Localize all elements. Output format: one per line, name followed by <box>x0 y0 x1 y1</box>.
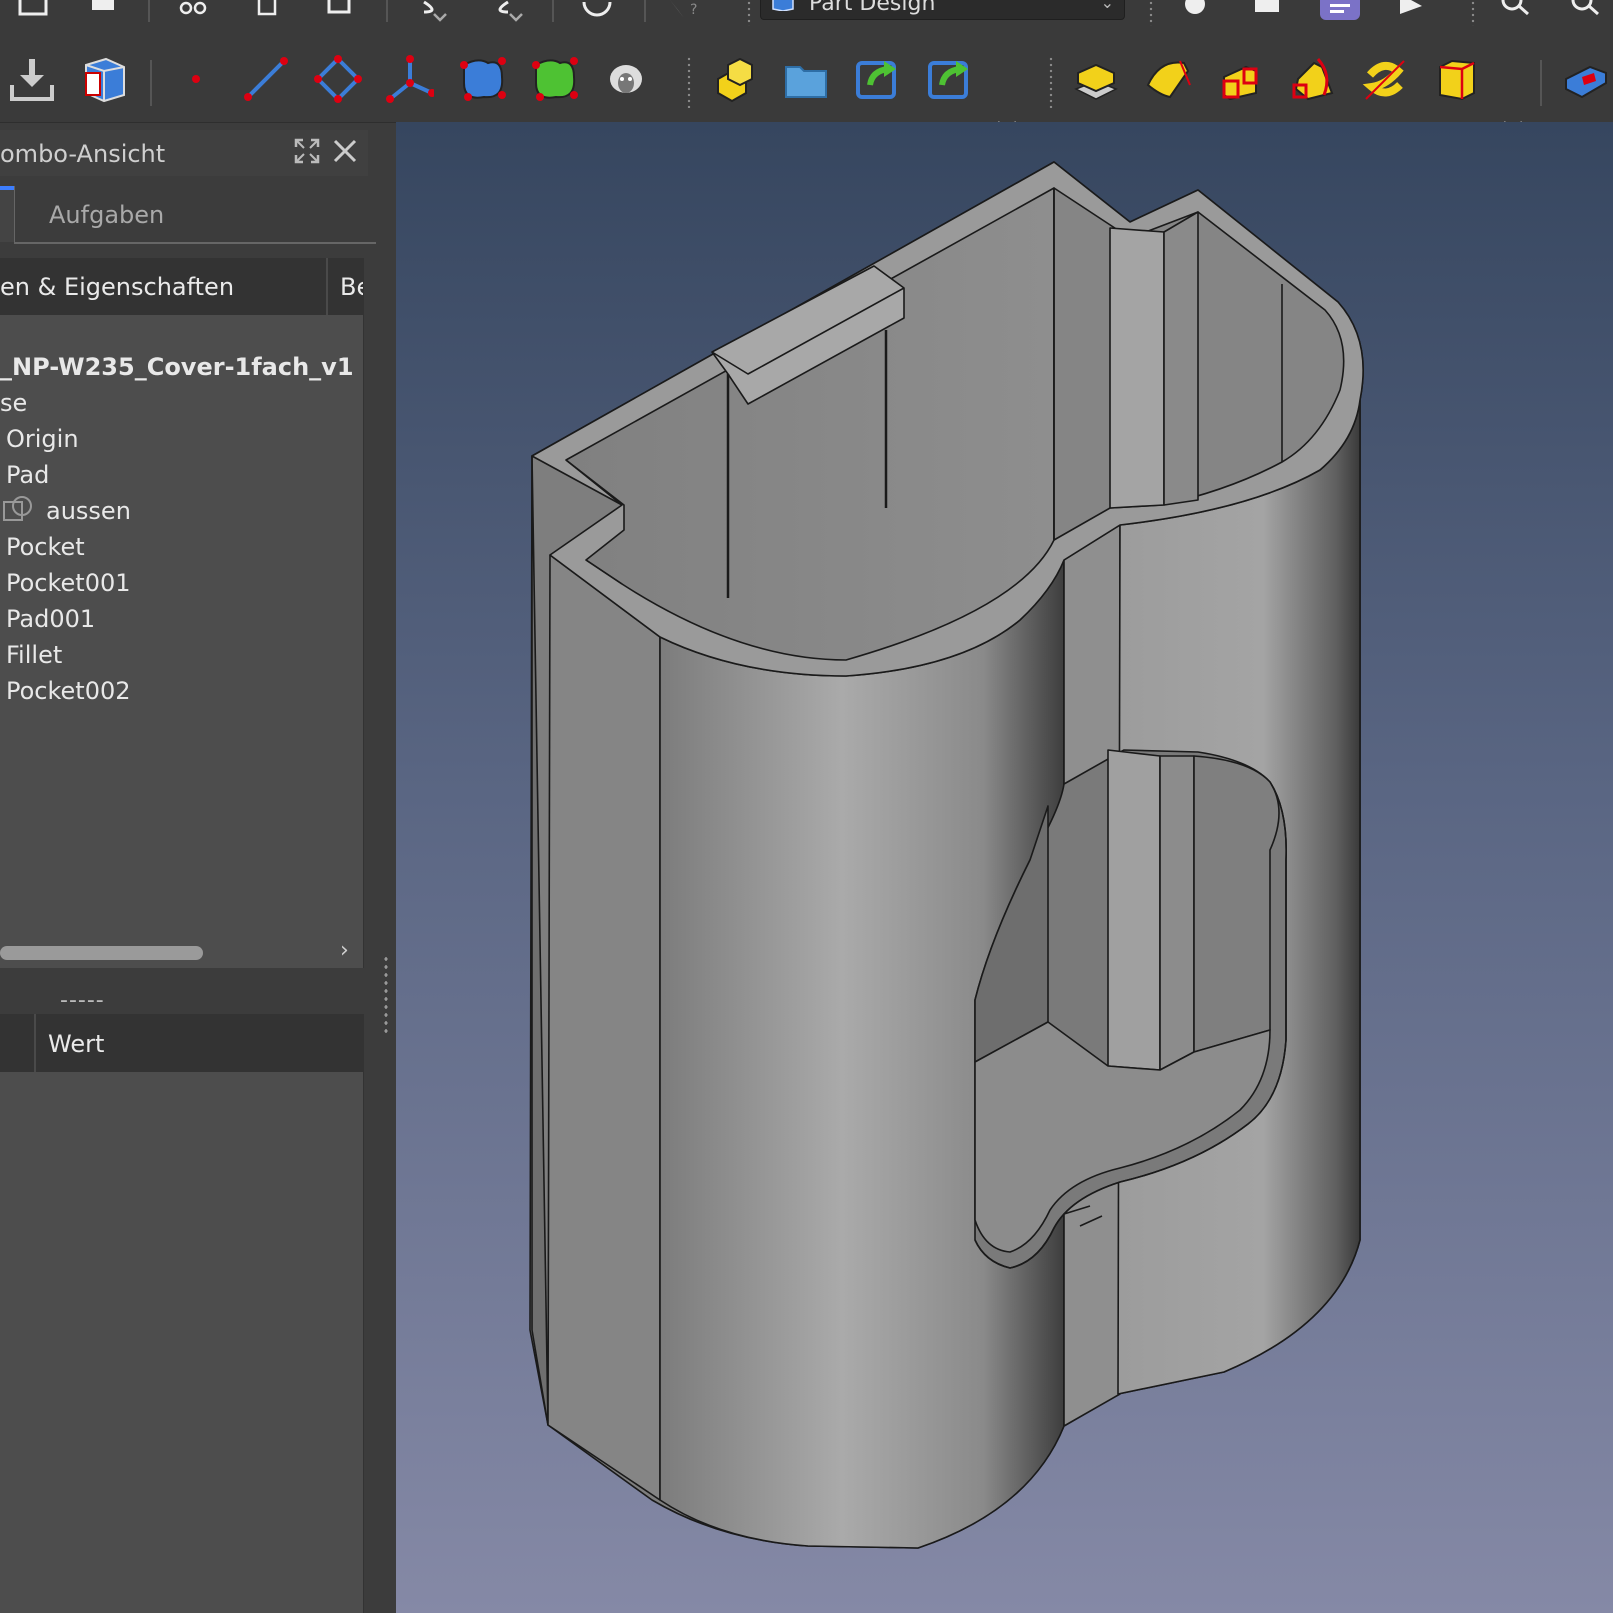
subshape-binder-icon[interactable] <box>530 55 578 103</box>
paste-icon[interactable] <box>325 0 355 16</box>
toolbar-grip[interactable] <box>1048 56 1054 108</box>
clone-icon[interactable] <box>602 55 650 103</box>
line-icon[interactable] <box>242 55 290 103</box>
macro-record-icon[interactable] <box>1182 0 1208 16</box>
workbench-label: Part Design <box>809 0 936 16</box>
tree-item-pad001[interactable]: Pad001 <box>6 605 95 633</box>
tree-item-pocket001[interactable]: Pocket001 <box>6 569 131 597</box>
refresh-icon[interactable] <box>580 0 614 18</box>
macro-run-icon[interactable] <box>1398 0 1424 16</box>
point-icon[interactable] <box>172 55 220 103</box>
panel-splitter[interactable]: ----- <box>60 988 105 1013</box>
link-icon[interactable] <box>926 55 974 103</box>
additive-helix-icon[interactable] <box>1360 55 1408 103</box>
toolbar-separator <box>148 0 150 22</box>
pocket-icon[interactable] <box>1562 55 1610 103</box>
top-toolbar: ? Part Design ⌄ <box>0 0 1613 30</box>
tab-model[interactable] <box>0 186 15 242</box>
tab-tasks[interactable]: Aufgaben <box>49 201 164 229</box>
tree-item-body[interactable]: se <box>0 389 27 417</box>
3d-viewport[interactable] <box>396 122 1613 1613</box>
toolbar-separator <box>644 0 646 22</box>
zoom-icon[interactable] <box>1498 0 1538 18</box>
pad-icon[interactable] <box>1072 55 1120 103</box>
macro-edit-icon[interactable] <box>1318 0 1362 22</box>
toolbar-grip[interactable] <box>686 56 692 108</box>
toolbar-grip[interactable] <box>1148 0 1154 26</box>
float-panel-icon[interactable] <box>294 138 320 164</box>
toolbar-separator <box>386 0 388 22</box>
cut-icon[interactable] <box>178 0 208 16</box>
part-icon[interactable] <box>80 55 128 103</box>
chevron-down-icon: ⌄ <box>1100 0 1114 12</box>
property-value-header[interactable]: Wert <box>48 1030 104 1058</box>
copy-icon[interactable] <box>253 0 283 16</box>
horizontal-scrollbar[interactable] <box>0 946 203 960</box>
plane-icon[interactable] <box>314 55 362 103</box>
combo-tabs: Aufgaben <box>0 186 376 246</box>
tab-underline <box>14 242 376 244</box>
column-divider[interactable] <box>34 1014 36 1072</box>
tree-item-fillet[interactable]: Fillet <box>6 641 62 669</box>
tree-item-pad[interactable]: Pad <box>6 461 49 489</box>
tab-active-indicator <box>0 186 14 190</box>
combo-view-title: ombo-Ansicht <box>0 140 166 168</box>
whats-this-icon[interactable]: ? <box>668 0 702 22</box>
part-design-icon <box>772 0 794 11</box>
tree-column-header-2[interactable]: Be <box>340 273 363 301</box>
tree-column-header[interactable]: en & Eigenschaften <box>0 273 234 301</box>
tree-item-pocket002[interactable]: Pocket002 <box>6 677 131 705</box>
vertical-splitter-handle[interactable] <box>383 955 389 1035</box>
redo-icon[interactable] <box>488 0 532 26</box>
property-view: Wert <box>0 1014 364 1613</box>
tree-header: en & Eigenschaften Be <box>0 258 363 315</box>
workbench-selector[interactable]: Part Design ⌄ <box>760 0 1125 20</box>
tree-document[interactable]: _NP-W235_Cover-1fach_v1 <box>0 353 354 381</box>
zoom-icon[interactable] <box>1568 0 1608 18</box>
coord-system-icon[interactable] <box>386 55 434 103</box>
toolbar-separator <box>1540 60 1542 106</box>
folder-icon[interactable] <box>782 55 830 103</box>
toolbar-grip[interactable] <box>1470 0 1476 26</box>
additive-loft-icon[interactable] <box>1216 55 1264 103</box>
3d-model <box>529 161 1364 1549</box>
property-header: Wert <box>0 1014 363 1072</box>
import-icon[interactable] <box>8 55 56 103</box>
additive-pipe-icon[interactable] <box>1288 55 1336 103</box>
tree-item-origin[interactable]: Origin <box>6 425 79 453</box>
revolution-icon[interactable] <box>1144 55 1192 103</box>
model-tree: en & Eigenschaften Be _NP-W235_Cover-1fa… <box>0 258 364 968</box>
shape-binder-icon[interactable] <box>458 55 506 103</box>
svg-text:?: ? <box>690 2 697 18</box>
toolbar-separator <box>150 60 152 106</box>
tree-item-aussen[interactable]: aussen <box>46 497 131 525</box>
close-icon[interactable] <box>332 138 358 164</box>
column-divider[interactable] <box>326 258 328 315</box>
tree-item-pocket[interactable]: Pocket <box>6 533 85 561</box>
chevron-right-icon[interactable]: › <box>340 938 349 963</box>
toolbar-grip[interactable] <box>746 0 752 26</box>
body-icon[interactable] <box>712 55 760 103</box>
undo-icon[interactable] <box>420 0 464 26</box>
shape-binder-icon <box>3 496 32 521</box>
save-icon[interactable] <box>18 0 48 16</box>
print-icon[interactable] <box>88 0 118 16</box>
additive-box-icon[interactable] <box>1432 55 1480 103</box>
toolbar-separator <box>552 0 554 22</box>
share-icon[interactable] <box>854 55 902 103</box>
macro-stop-icon[interactable] <box>1254 0 1280 16</box>
part-design-toolbar <box>0 30 1613 133</box>
